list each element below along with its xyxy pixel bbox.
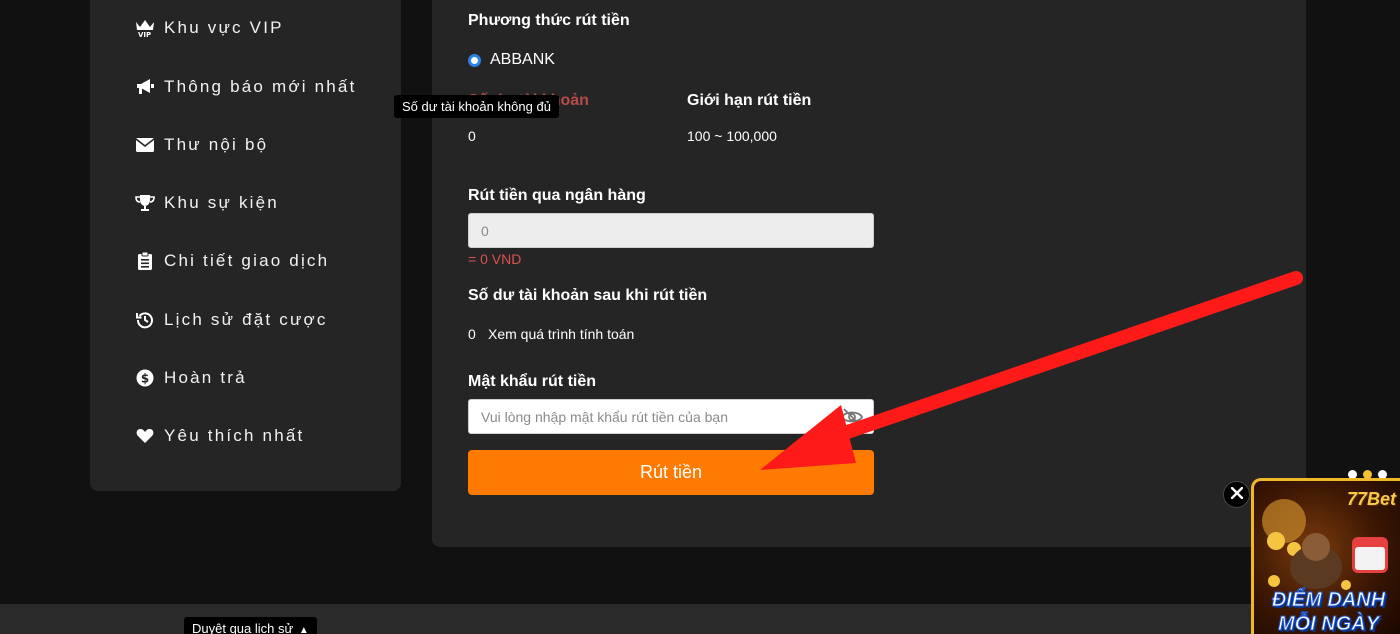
password-title: Mật khẩu rút tiền bbox=[468, 373, 597, 390]
insufficient-balance-tooltip: Số dư tài khoản không đủ bbox=[394, 95, 559, 118]
password-input[interactable]: Vui lòng nhập mật khẩu rút tiền của bạn bbox=[468, 399, 874, 434]
svg-text:VIP: VIP bbox=[138, 31, 151, 38]
password-placeholder: Vui lòng nhập mật khẩu rút tiền của bạn bbox=[481, 408, 728, 425]
after-balance-title: Số dư tài khoản sau khi rút tiền bbox=[468, 287, 708, 304]
limit-value: 100 ~ 100,000 bbox=[687, 128, 777, 144]
daily-checkin-promo[interactable]: 77Bet ĐIỂM DANH MỖI NGÀY bbox=[1251, 478, 1400, 634]
trophy-icon bbox=[134, 193, 156, 213]
eye-slash-icon[interactable] bbox=[840, 408, 864, 426]
sidebar-item-label: Thư nội bộ bbox=[164, 135, 269, 154]
sidebar-item-rebate[interactable]: $ Hoàn trả bbox=[134, 366, 247, 390]
sidebar-item-label: Yêu thích nhất bbox=[164, 426, 305, 445]
sidebar-item-inbox[interactable]: Thư nội bộ bbox=[134, 133, 268, 157]
clipboard-icon bbox=[134, 251, 156, 271]
withdraw-panel: Phương thức rút tiền ABBANK Số dư tài kh… bbox=[432, 0, 1306, 547]
sidebar-item-label: Khu vực VIP bbox=[164, 18, 284, 37]
promo-line-1: ĐIỂM DANH bbox=[1271, 589, 1386, 612]
sidebar-item-favorites[interactable]: Yêu thích nhất bbox=[134, 424, 304, 448]
close-icon bbox=[1230, 486, 1243, 504]
sort-icon: ▲ bbox=[298, 625, 309, 634]
calculation-link[interactable]: Xem quá trình tính toán bbox=[488, 326, 634, 342]
limit-title: Giới hạn rút tiền bbox=[687, 92, 812, 109]
megaphone-icon bbox=[134, 77, 156, 97]
after-balance-value: 0 bbox=[468, 326, 476, 342]
vip-crown-icon: VIP bbox=[134, 18, 156, 38]
sidebar-item-label: Thông báo mới nhất bbox=[164, 77, 357, 96]
history-icon bbox=[134, 310, 156, 330]
withdraw-button[interactable]: Rút tiền bbox=[468, 450, 874, 495]
balance-value: 0 bbox=[468, 128, 476, 144]
sidebar-item-vip[interactable]: VIP Khu vực VIP bbox=[134, 16, 284, 40]
sidebar-item-label: Lịch sử đặt cược bbox=[164, 310, 328, 329]
promo-brand: 77Bet bbox=[1346, 489, 1396, 509]
dollar-circle-icon: $ bbox=[134, 368, 156, 388]
svg-text:$: $ bbox=[141, 372, 149, 386]
envelope-icon bbox=[134, 135, 156, 155]
promo-close-button[interactable] bbox=[1223, 481, 1250, 508]
amount-converted: = 0 VND bbox=[468, 251, 522, 267]
sidebar-item-bet-history[interactable]: Lịch sử đặt cược bbox=[134, 308, 328, 332]
sidebar-item-transactions[interactable]: Chi tiết giao dịch bbox=[134, 249, 329, 273]
history-tooltip-text: Duyệt qua lịch sử bbox=[192, 621, 294, 634]
sidebar-item-announcements[interactable]: Thông báo mới nhất bbox=[134, 75, 357, 99]
promo-line-2: MỖI NGÀY bbox=[1277, 613, 1380, 634]
heart-icon bbox=[134, 426, 156, 446]
sidebar-item-label: Khu sự kiện bbox=[164, 193, 279, 212]
amount-title: Rút tiền qua ngân hàng bbox=[468, 187, 646, 204]
amount-input-value: 0 bbox=[481, 222, 489, 239]
sidebar: VIP Khu vực VIP Thông báo mới nhất Thư n… bbox=[90, 0, 401, 491]
radio-selected-icon[interactable] bbox=[468, 53, 481, 67]
sidebar-item-label: Hoàn trả bbox=[164, 368, 247, 387]
method-option-abbank[interactable]: ABBANK bbox=[468, 51, 555, 69]
sidebar-item-events[interactable]: Khu sự kiện bbox=[134, 191, 279, 215]
method-title: Phương thức rút tiền bbox=[468, 12, 630, 29]
sidebar-item-label: Chi tiết giao dịch bbox=[164, 251, 330, 270]
method-option-label: ABBANK bbox=[490, 51, 555, 68]
amount-input[interactable]: 0 bbox=[468, 213, 874, 248]
history-tooltip: Duyệt qua lịch sử ▲ bbox=[184, 617, 317, 634]
